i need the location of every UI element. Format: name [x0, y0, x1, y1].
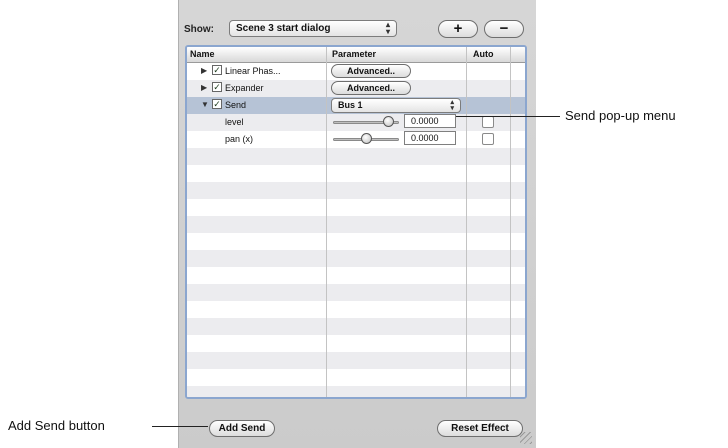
send-popup-callout: Send pop-up menu	[565, 108, 676, 123]
table-row[interactable]	[187, 369, 525, 386]
slider-knob[interactable]	[383, 116, 394, 127]
table-row[interactable]	[187, 199, 525, 216]
add-send-callout: Add Send button	[8, 418, 105, 433]
column-divider-auto	[510, 47, 511, 397]
reset-effect-label: Reset Effect	[451, 423, 509, 434]
column-header-parameter: Parameter	[332, 49, 377, 59]
effect-enable-checkbox[interactable]: ✓	[212, 99, 222, 109]
disclosure-triangle-down-icon[interactable]: ▼	[201, 100, 209, 109]
resize-grip-icon[interactable]	[520, 432, 532, 444]
table-row[interactable]	[187, 250, 525, 267]
table-row[interactable]	[187, 233, 525, 250]
add-send-button[interactable]: Add Send	[209, 420, 275, 437]
effect-name: Expander	[225, 83, 264, 93]
effects-table: Name Parameter Auto ▶ ✓ Linear Phas... Adva…	[185, 45, 527, 399]
advanced-button[interactable]: Advanced..	[331, 64, 411, 78]
effect-name: Send	[225, 100, 247, 110]
minus-icon: −	[499, 20, 509, 37]
send-popup-callout-line	[456, 116, 560, 117]
send-bus-popup-value: Bus 1	[338, 100, 363, 110]
table-row[interactable]	[187, 352, 525, 369]
show-popup[interactable]: Scene 3 start dialog ▴ ▾	[229, 20, 397, 37]
table-row[interactable]: pan (x) 0.0000	[187, 131, 525, 148]
table-row[interactable]	[187, 318, 525, 335]
table-header: Name Parameter Auto	[187, 47, 525, 63]
checkmark-icon: ✓	[213, 99, 221, 109]
advanced-button-label: Advanced..	[346, 83, 395, 93]
table-row[interactable]: ▼ ✓ Send Bus 1 ▴ ▾	[187, 97, 525, 114]
table-row[interactable]	[187, 148, 525, 165]
advanced-button[interactable]: Advanced..	[331, 81, 411, 95]
table-row[interactable]	[187, 216, 525, 233]
effect-enable-checkbox[interactable]: ✓	[212, 82, 222, 92]
slider-knob[interactable]	[361, 133, 372, 144]
show-popup-value: Scene 3 start dialog	[236, 23, 331, 34]
checkmark-icon: ✓	[213, 82, 221, 92]
table-row[interactable]: ▶ ✓ Linear Phas... Advanced..	[187, 63, 525, 80]
automation-checkbox[interactable]	[482, 116, 494, 128]
table-row[interactable]	[187, 165, 525, 182]
table-row[interactable]: ▶ ✓ Expander Advanced..	[187, 80, 525, 97]
effect-name: Linear Phas...	[225, 66, 281, 76]
reset-effect-button[interactable]: Reset Effect	[437, 420, 523, 437]
effects-panel: Show: Scene 3 start dialog ▴ ▾ + − Name P…	[178, 0, 536, 448]
table-row[interactable]	[187, 335, 525, 352]
add-send-label: Add Send	[218, 423, 266, 434]
parameter-value-field[interactable]: 0.0000	[404, 114, 456, 128]
table-row[interactable]	[187, 182, 525, 199]
automation-checkbox[interactable]	[482, 133, 494, 145]
column-header-name: Name	[190, 49, 215, 59]
table-row[interactable]	[187, 386, 525, 397]
disclosure-triangle-right-icon[interactable]: ▶	[201, 66, 207, 75]
popup-arrows-icon: ▴ ▾	[450, 99, 454, 112]
table-row[interactable]	[187, 267, 525, 284]
parameter-name: level	[225, 117, 244, 127]
checkmark-icon: ✓	[213, 65, 221, 75]
effect-enable-checkbox[interactable]: ✓	[212, 65, 222, 75]
plus-icon: +	[453, 20, 463, 37]
add-send-callout-line	[152, 426, 208, 427]
disclosure-triangle-right-icon[interactable]: ▶	[201, 83, 207, 92]
show-label: Show:	[184, 24, 214, 35]
advanced-button-label: Advanced..	[346, 66, 395, 76]
popup-arrows-icon: ▴ ▾	[385, 20, 390, 36]
table-row[interactable]	[187, 301, 525, 318]
column-header-auto: Auto	[473, 49, 494, 59]
table-row[interactable]	[187, 284, 525, 301]
parameter-name: pan (x)	[225, 134, 254, 144]
column-divider-parameter	[466, 47, 467, 397]
column-divider-name	[326, 47, 327, 397]
send-bus-popup[interactable]: Bus 1 ▴ ▾	[331, 98, 461, 113]
add-effect-button[interactable]: +	[438, 20, 478, 38]
remove-effect-button[interactable]: −	[484, 20, 524, 38]
parameter-value-field[interactable]: 0.0000	[404, 131, 456, 145]
